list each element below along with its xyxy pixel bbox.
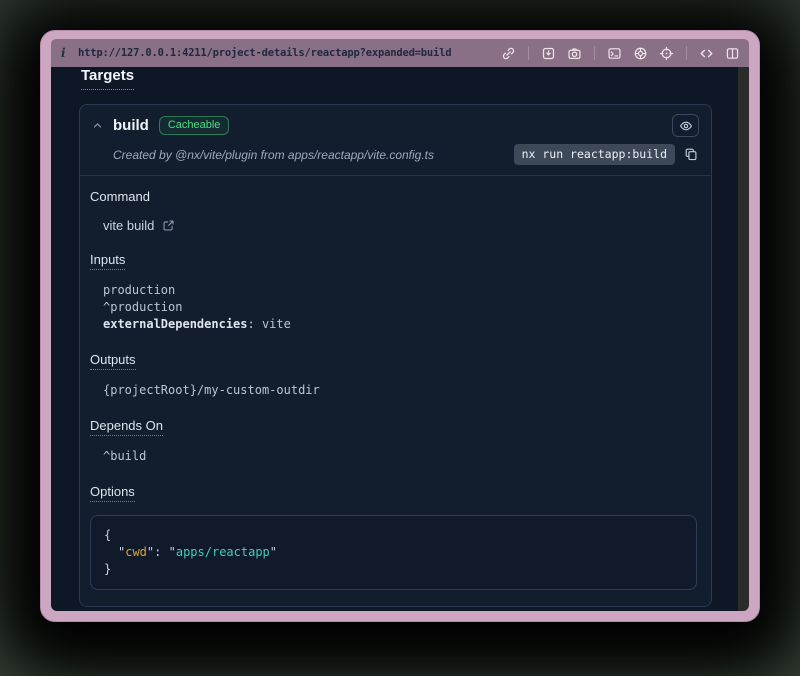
command-label: Command	[90, 189, 150, 204]
project-details-panel: Targets build Cacheable	[51, 67, 738, 611]
code-line: "cwd": "apps/reactapp"	[104, 544, 683, 561]
link-icon[interactable]	[500, 45, 517, 62]
code-line: {	[104, 527, 683, 544]
inputs-list: production ^production externalDependenc…	[90, 282, 699, 333]
command-section: Command vite build	[90, 188, 699, 233]
terminal-icon[interactable]	[606, 45, 623, 62]
options-code-block: { "cwd": "apps/reactapp" }	[90, 515, 697, 590]
depends-on-section: Depends On ^build	[90, 417, 699, 465]
toolbar-actions	[500, 45, 741, 62]
quote-token: "	[169, 545, 176, 559]
outputs-section: Outputs {projectRoot}/my-custom-outdir	[90, 351, 699, 399]
wheel-icon[interactable]	[632, 45, 649, 62]
run-command-chip: nx run reactapp:build	[514, 144, 675, 165]
page-title[interactable]: Targets	[81, 67, 134, 90]
json-key: cwd	[125, 545, 147, 559]
options-section: Options { "cwd": "apps/reactapp" }	[90, 483, 699, 590]
build-subheader-row: Created by @nx/vite/plugin from apps/rea…	[92, 144, 699, 165]
options-label[interactable]: Options	[90, 484, 135, 502]
url-bar[interactable]: http://127.0.0.1:4211/project-details/re…	[78, 47, 451, 59]
input-item: externalDependencies: vite	[103, 316, 699, 333]
download-icon[interactable]	[540, 45, 557, 62]
target-card-build: build Cacheable Created by @nx/vite/plug…	[79, 104, 712, 607]
build-card-header: build Cacheable Created by @nx/vite/plug…	[80, 105, 711, 176]
build-card-body: Command vite build Inputs pro	[80, 176, 711, 606]
inputs-section: Inputs production ^production externalDe…	[90, 251, 699, 333]
eye-icon[interactable]	[672, 114, 699, 137]
command-value: vite build	[103, 218, 154, 233]
desktop-background: i http://127.0.0.1:4211/project-details/…	[0, 0, 800, 676]
cacheable-badge[interactable]: Cacheable	[159, 116, 230, 135]
input-entry-key: externalDependencies	[103, 317, 248, 331]
inputs-label[interactable]: Inputs	[90, 252, 125, 270]
toolbar-divider	[686, 46, 687, 60]
chevron-up-icon[interactable]	[92, 120, 104, 132]
copy-icon[interactable]	[683, 147, 699, 163]
outputs-label[interactable]: Outputs	[90, 352, 136, 370]
input-item: production	[103, 282, 699, 299]
split-view-icon[interactable]	[724, 45, 741, 62]
input-entry-sep: :	[248, 317, 262, 331]
output-item: {projectRoot}/my-custom-outdir	[103, 382, 699, 399]
created-by-text: Created by @nx/vite/plugin from apps/rea…	[113, 148, 434, 162]
build-header-row: build Cacheable	[92, 114, 699, 137]
build-target-name[interactable]: build	[113, 117, 149, 134]
scrollbar-gutter[interactable]	[738, 67, 749, 611]
outputs-list: {projectRoot}/my-custom-outdir	[90, 382, 699, 399]
depends-on-list: ^build	[90, 448, 699, 465]
external-link-icon[interactable]	[161, 219, 175, 233]
camera-icon[interactable]	[566, 45, 583, 62]
info-icon: i	[61, 46, 69, 60]
app-window: i http://127.0.0.1:4211/project-details/…	[40, 30, 760, 622]
input-item: ^production	[103, 299, 699, 316]
browser-toolbar: i http://127.0.0.1:4211/project-details/…	[51, 39, 749, 67]
command-value-row: vite build	[90, 218, 699, 233]
toolbar-divider	[528, 46, 529, 60]
code-line: }	[104, 561, 683, 578]
quote-token: "	[270, 545, 277, 559]
json-value: apps/reactapp	[176, 545, 270, 559]
toolbar-divider	[594, 46, 595, 60]
colon-token: :	[154, 545, 168, 559]
crosshair-icon[interactable]	[658, 45, 675, 62]
input-entry-value: vite	[262, 317, 291, 331]
content-area: Targets build Cacheable	[51, 67, 749, 611]
code-icon[interactable]	[698, 45, 715, 62]
depends-on-item: ^build	[103, 448, 699, 465]
depends-on-label[interactable]: Depends On	[90, 418, 163, 436]
